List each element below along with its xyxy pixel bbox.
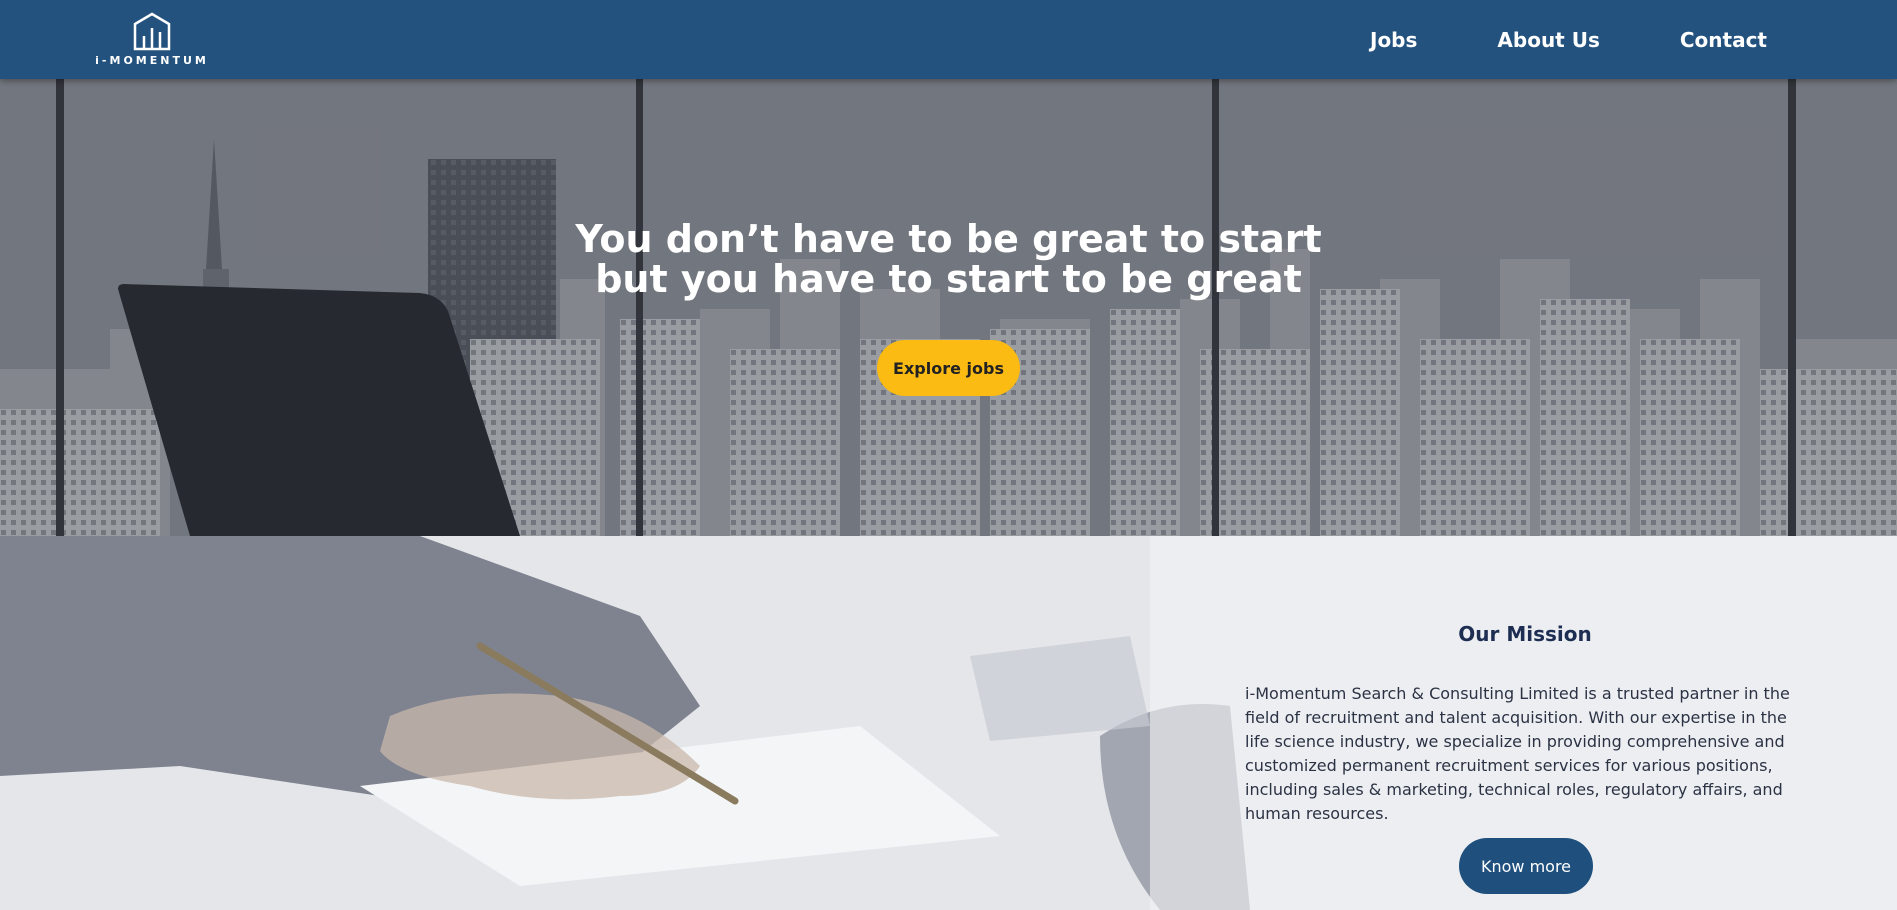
mission-title: Our Mission: [1458, 622, 1592, 646]
nav-about-us[interactable]: About Us: [1497, 28, 1599, 52]
nav-jobs[interactable]: Jobs: [1370, 28, 1417, 52]
building-bars-icon: [133, 12, 171, 51]
mission-section: Our Mission i-Momentum Search & Consulti…: [0, 536, 1897, 910]
hero-section: You don’t have to be great to start but …: [0, 79, 1897, 536]
hero-title: You don’t have to be great to start but …: [0, 219, 1897, 299]
mission-text: i-Momentum Search & Consulting Limited i…: [1245, 684, 1790, 823]
nav-contact[interactable]: Contact: [1680, 28, 1767, 52]
logo[interactable]: i-MOMENTUM: [95, 12, 206, 68]
site-header: i-MOMENTUM Jobs About Us Contact: [0, 0, 1897, 79]
hero-title-line2: but you have to start to be great: [595, 257, 1302, 301]
explore-jobs-button[interactable]: Explore jobs: [877, 340, 1020, 396]
know-more-button[interactable]: Know more: [1459, 838, 1593, 894]
hero-title-line1: You don’t have to be great to start: [575, 217, 1322, 261]
logo-text: i-MOMENTUM: [95, 54, 209, 67]
main-nav: Jobs About Us Contact: [1370, 0, 1767, 79]
